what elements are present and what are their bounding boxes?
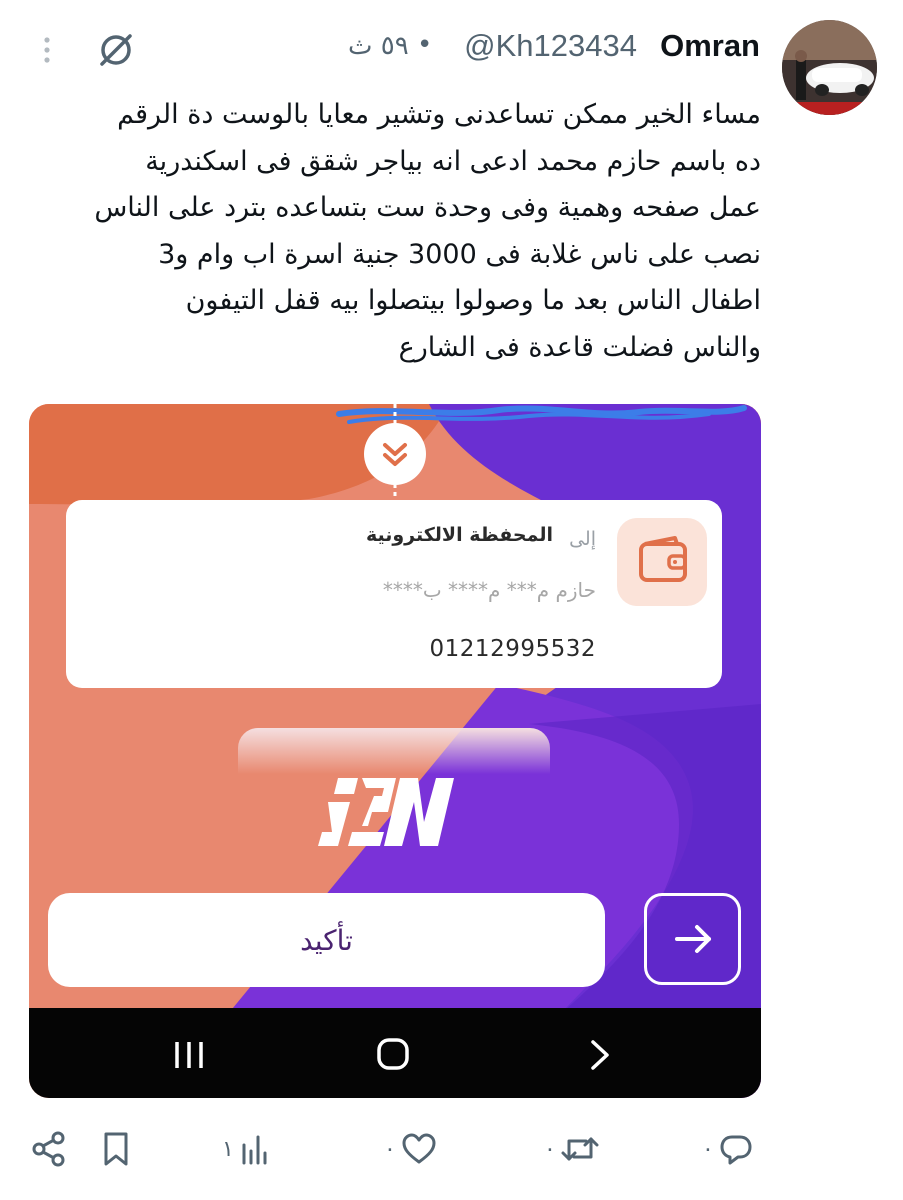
bookmark-icon [104, 1132, 128, 1166]
next-arrow-button[interactable] [644, 893, 741, 985]
arrow-right-icon [675, 925, 711, 953]
reply-button[interactable]: ٠ [702, 1130, 754, 1168]
retweet-button[interactable]: ٠ [544, 1130, 600, 1168]
back-icon[interactable] [585, 1038, 615, 1072]
like-icon [402, 1133, 436, 1164]
like-button[interactable]: ٠ [384, 1130, 438, 1168]
tweet-text: مساء الخير ممكن تساعدنى وتشير معايا بالو… [94, 99, 761, 363]
retweet-count: ٠ [544, 1136, 556, 1162]
retweet-icon [561, 1137, 599, 1161]
grok-icon[interactable] [96, 30, 136, 70]
bookmark-button[interactable] [100, 1130, 132, 1168]
recipient-phone: 01212995532 [429, 636, 596, 662]
views-button[interactable]: ١ [222, 1130, 272, 1168]
share-button[interactable] [30, 1130, 68, 1168]
ipn-logo [318, 772, 468, 850]
wallet-label: المحفظة الالكترونية [365, 524, 553, 546]
author-handle[interactable]: @Kh123434 [464, 28, 637, 64]
home-icon[interactable] [373, 1036, 413, 1072]
author-name[interactable]: Omran [660, 28, 760, 64]
confirm-label: تأكيد [300, 924, 353, 957]
share-icon [32, 1131, 65, 1167]
recipient-masked-name: حازم م*** م**** ب**** [382, 578, 596, 602]
more-vertical-icon[interactable] [42, 30, 52, 70]
wallet-icon [617, 518, 707, 606]
faded-pill [238, 728, 550, 774]
views-icon [242, 1135, 267, 1165]
like-count: ٠ [384, 1136, 396, 1162]
reply-icon [720, 1135, 752, 1165]
to-label: إلى [569, 528, 596, 550]
chevron-double-down-icon [364, 423, 426, 485]
post-time[interactable]: ٥٩ ث [348, 31, 409, 61]
separator-dot: • [417, 30, 433, 60]
views-count: ١ [222, 1136, 234, 1162]
avatar[interactable] [782, 20, 877, 115]
recents-icon[interactable] [169, 1038, 209, 1072]
android-nav-bar [29, 1008, 761, 1098]
reply-count: ٠ [702, 1136, 714, 1162]
